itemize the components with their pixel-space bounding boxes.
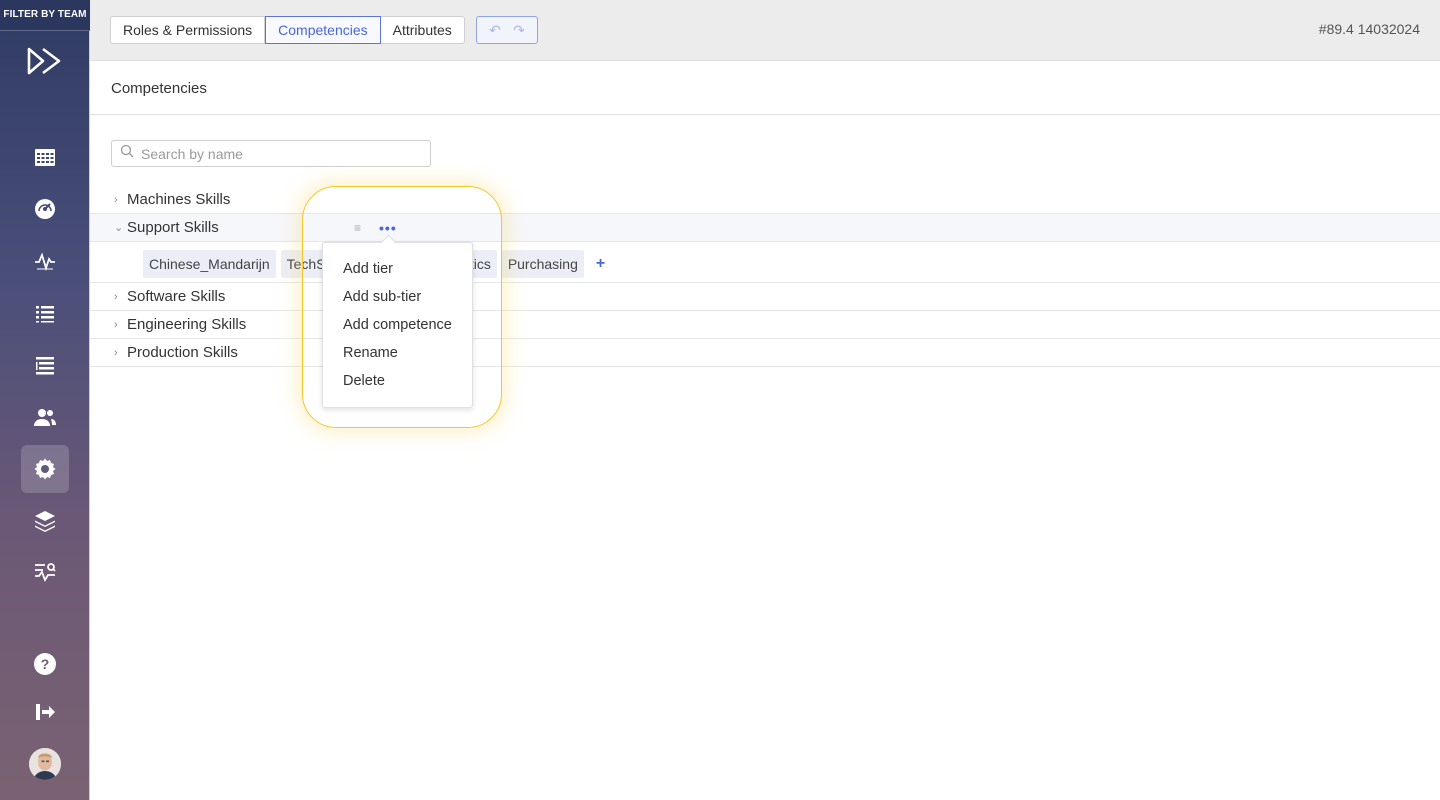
chevron-right-icon[interactable]: › <box>114 194 118 206</box>
tier-label: Engineering Skills <box>127 316 247 333</box>
page-header: Competencies <box>90 61 1440 115</box>
tier-label: Support Skills <box>127 219 219 236</box>
search-box <box>111 140 431 167</box>
undo-icon[interactable]: ↶ <box>489 22 501 39</box>
menu-item-rename[interactable]: Rename <box>323 339 472 367</box>
competence-chip[interactable]: Purchasing <box>501 250 584 278</box>
top-bar: Roles & Permissions Competencies Attribu… <box>90 0 1440 61</box>
tier-label: Machines Skills <box>127 191 231 208</box>
drag-handle-icon[interactable]: ≡ <box>354 221 361 235</box>
context-menu: Add tier Add sub-tier Add competence Ren… <box>322 242 473 408</box>
sidebar: FILTER BY TEAM ? <box>0 0 90 800</box>
menu-item-add-sub-tier[interactable]: Add sub-tier <box>323 283 472 311</box>
tree-list-icon[interactable] <box>21 341 69 389</box>
search-input[interactable] <box>141 145 421 162</box>
add-competence-plus-icon[interactable]: + <box>596 255 605 273</box>
tree-row-engineering-skills[interactable]: › Engineering Skills <box>90 311 1440 339</box>
analytics-search-icon[interactable] <box>21 549 69 597</box>
filter-by-team-button[interactable]: FILTER BY TEAM <box>0 0 90 31</box>
help-icon[interactable]: ? <box>21 640 69 688</box>
users-icon[interactable] <box>21 393 69 441</box>
tab-competencies[interactable]: Competencies <box>265 16 381 44</box>
chevron-right-icon[interactable]: › <box>114 319 118 331</box>
tier-label: Production Skills <box>127 344 238 361</box>
settings-tabs: Roles & Permissions Competencies Attribu… <box>110 16 465 44</box>
competence-chip[interactable]: Chinese_Mandarijn <box>143 250 276 278</box>
menu-item-add-tier[interactable]: Add tier <box>323 255 472 283</box>
logout-icon[interactable] <box>21 688 69 736</box>
page-title: Competencies <box>111 80 207 97</box>
menu-item-delete[interactable]: Delete <box>323 367 472 395</box>
version-label: #89.4 14032024 <box>1318 21 1420 37</box>
tree-row-machines-skills[interactable]: › Machines Skills <box>90 186 1440 214</box>
competency-tree: › Machines Skills ⌄ Support Skills ≡ •••… <box>90 186 1440 367</box>
competence-chips-row: Chinese_Mandarijn TechSu Logistics Purch… <box>90 242 1440 283</box>
layers-icon[interactable] <box>21 497 69 545</box>
activity-pulse-icon[interactable] <box>21 237 69 285</box>
user-avatar[interactable] <box>29 748 61 780</box>
redo-icon[interactable]: ↷ <box>513 22 525 39</box>
row-tools: ≡ ••• <box>354 220 397 236</box>
menu-item-add-competence[interactable]: Add competence <box>323 311 472 339</box>
fast-forward-logo-icon[interactable] <box>26 46 64 76</box>
settings-gear-icon[interactable] <box>21 445 69 493</box>
chevron-down-icon[interactable]: ⌄ <box>114 221 123 234</box>
dashboard-gauge-icon[interactable] <box>21 185 69 233</box>
chevron-right-icon[interactable]: › <box>114 291 118 303</box>
tree-row-support-skills[interactable]: ⌄ Support Skills ≡ ••• <box>90 214 1440 242</box>
tier-label: Software Skills <box>127 288 226 305</box>
svg-text:?: ? <box>41 656 50 672</box>
tab-roles-permissions[interactable]: Roles & Permissions <box>110 16 266 44</box>
list-icon[interactable] <box>21 289 69 337</box>
tree-row-software-skills[interactable]: › Software Skills <box>90 283 1440 311</box>
search-icon <box>120 144 134 163</box>
undo-redo-group: ↶ ↷ <box>476 16 538 44</box>
calendar-grid-icon[interactable] <box>21 133 69 181</box>
tab-attributes[interactable]: Attributes <box>380 16 465 44</box>
tree-row-production-skills[interactable]: › Production Skills <box>90 339 1440 367</box>
chevron-right-icon[interactable]: › <box>114 347 118 359</box>
